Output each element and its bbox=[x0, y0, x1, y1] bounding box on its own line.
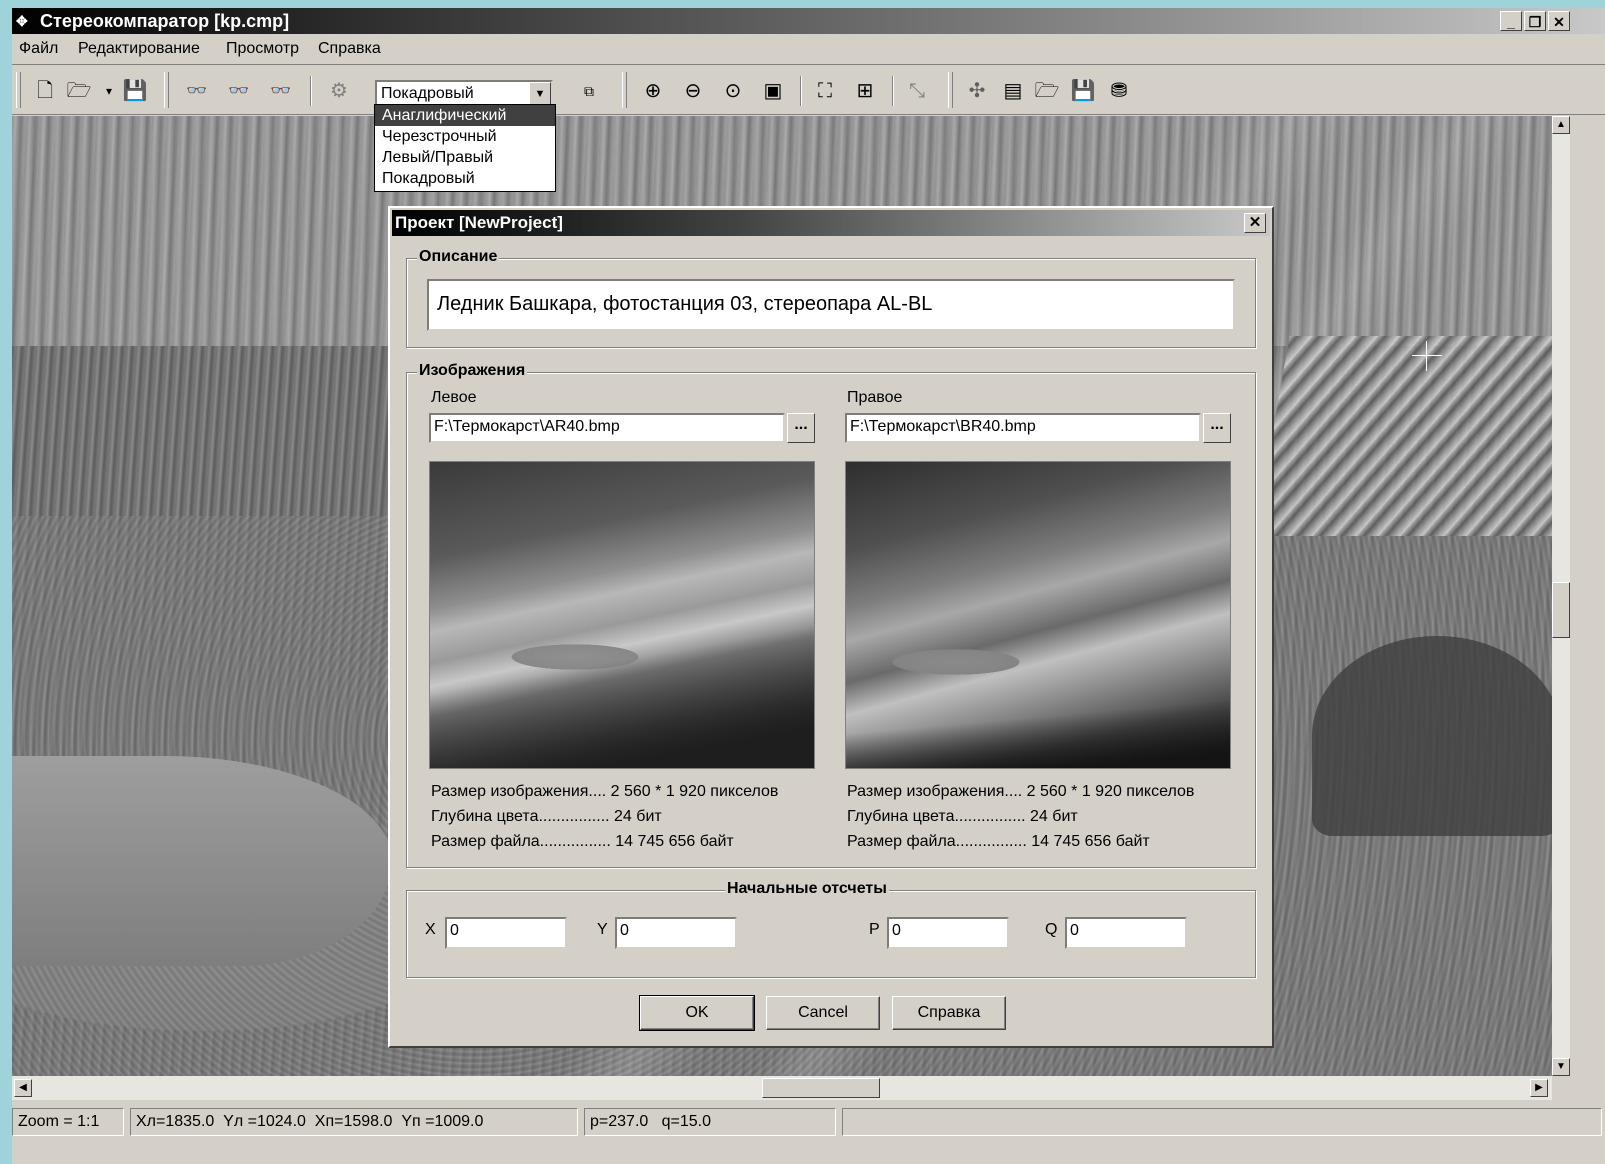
status-coordinates: Xл=1835.0 Yл =1024.0 Xп=1598.0 Yп =1009.… bbox=[130, 1108, 578, 1136]
origin-x-input[interactable]: 0 bbox=[445, 917, 567, 949]
app-icon: ✥ bbox=[16, 13, 28, 29]
origin-p-input[interactable]: 0 bbox=[887, 917, 1009, 949]
zoom-in-icon[interactable]: ⊕ bbox=[638, 76, 668, 106]
project-dialog: Проект [NewProject] ✕ Описание Ледник Ба… bbox=[388, 206, 1274, 1048]
dialog-close-button[interactable]: ✕ bbox=[1244, 213, 1266, 233]
export-icon[interactable]: ⛃ bbox=[1104, 76, 1134, 106]
right-info-size: Размер изображения.... 2 560 * 1 920 пик… bbox=[847, 783, 1195, 800]
image-glacier-region bbox=[1254, 336, 1552, 536]
toolbar-grip[interactable] bbox=[164, 72, 169, 108]
left-info-size: Размер изображения.... 2 560 * 1 920 пик… bbox=[431, 783, 779, 800]
swap-frames-icon[interactable]: ⧉ bbox=[574, 76, 604, 106]
right-info-filesize: Размер файла................ 14 745 656 … bbox=[847, 833, 1150, 850]
description-group-label: Описание bbox=[417, 248, 500, 266]
toolbar-separator bbox=[310, 76, 312, 106]
left-info-filesize: Размер файла................ 14 745 656 … bbox=[431, 833, 734, 850]
origin-q-label: Q bbox=[1045, 921, 1058, 938]
table-icon[interactable]: ▤ bbox=[998, 76, 1028, 106]
glasses-anaglyph-icon[interactable]: 👓 bbox=[182, 76, 212, 106]
fit-screen-icon[interactable]: ▣ bbox=[758, 76, 788, 106]
toolbar-grip[interactable] bbox=[622, 72, 627, 108]
open-folder-icon[interactable]: 🗁 bbox=[64, 76, 94, 106]
status-parallax: p=237.0 q=15.0 bbox=[584, 1108, 836, 1136]
toolbar-separator bbox=[800, 76, 802, 106]
glasses-interlace-icon[interactable]: 👓 bbox=[224, 76, 254, 106]
toolbar-grip[interactable] bbox=[948, 72, 953, 108]
scroll-right-icon[interactable]: ▶ bbox=[1530, 1079, 1548, 1097]
horizontal-scrollbar[interactable]: ◀ ▶ bbox=[12, 1076, 1552, 1100]
zoom-out-icon[interactable]: ⊖ bbox=[678, 76, 708, 106]
left-info-depth: Глубина цвета................ 24 бит bbox=[431, 808, 662, 825]
glasses-disabled-icon[interactable]: ⚙ bbox=[324, 76, 354, 106]
menu-bar: Файл Редактирование Просмотр Справка bbox=[12, 34, 1605, 65]
images-group: Изображения Левое F:\Термокарст\AR40.bmp… bbox=[406, 362, 1256, 868]
option-anaglyph[interactable]: Анаглифический bbox=[375, 105, 555, 126]
vertical-scrollbar[interactable]: ▲ ▼ bbox=[1552, 116, 1570, 1076]
toolbar-grip[interactable] bbox=[16, 72, 21, 108]
menu-edit[interactable]: Редактирование bbox=[78, 40, 200, 58]
origin-group-label: Начальные отсчеты bbox=[725, 880, 889, 898]
title-bar: ✥ Стереокомпаратор [kp.cmp] _ ❐ ✕ bbox=[12, 8, 1605, 34]
toolbar: 🗋 🗁 ▾ 💾 👓 👓 👓 ⚙ Покадровый ▼ ⧉ ⊕ ⊖ ⊙ ▣ ⛶… bbox=[12, 66, 1605, 115]
left-image-preview bbox=[429, 461, 815, 769]
measure-line-icon[interactable]: ⤡ bbox=[902, 76, 932, 106]
origin-q-input[interactable]: 0 bbox=[1065, 917, 1187, 949]
origin-y-label: Y bbox=[597, 921, 608, 938]
origin-y-input[interactable]: 0 bbox=[615, 917, 737, 949]
images-group-label: Изображения bbox=[417, 362, 528, 380]
left-image-path-input[interactable]: F:\Термокарст\AR40.bmp bbox=[429, 413, 785, 443]
right-image-path-input[interactable]: F:\Термокарст\BR40.bmp bbox=[845, 413, 1201, 443]
zoom-actual-icon[interactable]: ⊙ bbox=[718, 76, 748, 106]
add-point-icon[interactable]: ✣ bbox=[962, 76, 992, 106]
right-info-depth: Глубина цвета................ 24 бит bbox=[847, 808, 1078, 825]
vertical-scroll-thumb[interactable] bbox=[1552, 582, 1570, 638]
left-image-info: Размер изображения.... 2 560 * 1 920 пик… bbox=[431, 779, 778, 854]
menu-view[interactable]: Просмотр bbox=[226, 40, 299, 58]
description-group: Описание Ледник Башкара, фотостанция 03,… bbox=[406, 248, 1256, 348]
close-button[interactable]: ✕ bbox=[1548, 11, 1570, 31]
cancel-button[interactable]: Cancel bbox=[766, 996, 880, 1030]
save-icon[interactable]: 💾 bbox=[120, 76, 150, 106]
origin-p-label: P bbox=[869, 921, 880, 938]
toolbar-separator bbox=[892, 76, 894, 106]
left-image-label: Левое bbox=[431, 389, 477, 406]
origin-group: Начальные отсчеты X 0 Y 0 P 0 Q 0 bbox=[406, 880, 1256, 978]
scroll-left-icon[interactable]: ◀ bbox=[14, 1079, 32, 1097]
window-title: Стереокомпаратор [kp.cmp] bbox=[40, 11, 290, 31]
expand-icon[interactable]: ⛶ bbox=[810, 76, 840, 106]
scroll-up-icon[interactable]: ▲ bbox=[1552, 116, 1570, 134]
scroll-down-icon[interactable]: ▼ bbox=[1552, 1058, 1570, 1076]
option-left-right[interactable]: Левый/Правый bbox=[375, 147, 555, 168]
status-zoom: Zoom = 1:1 bbox=[12, 1108, 124, 1136]
left-browse-button[interactable]: ... bbox=[787, 413, 815, 443]
combo-arrow-icon[interactable]: ▼ bbox=[529, 82, 551, 106]
stereo-mode-dropdown-list: Анаглифический Черезстрочный Левый/Правы… bbox=[374, 104, 556, 192]
horizontal-scroll-thumb[interactable] bbox=[762, 1078, 880, 1098]
dialog-title: Проект [NewProject] bbox=[392, 210, 1270, 236]
right-image-info: Размер изображения.... 2 560 * 1 920 пик… bbox=[847, 779, 1194, 854]
new-file-icon[interactable]: 🗋 bbox=[30, 76, 60, 106]
save-points-icon[interactable]: 💾 bbox=[1068, 76, 1098, 106]
menu-help[interactable]: Справка bbox=[318, 40, 381, 58]
right-browse-button[interactable]: ... bbox=[1203, 413, 1231, 443]
right-image-label: Правое bbox=[847, 389, 903, 406]
menu-file[interactable]: Файл bbox=[19, 40, 58, 58]
ok-button[interactable]: OK bbox=[639, 995, 755, 1031]
glasses-leftright-icon[interactable]: 👓 bbox=[266, 76, 296, 106]
right-image-preview bbox=[845, 461, 1231, 769]
description-input[interactable]: Ледник Башкара, фотостанция 03, стереопа… bbox=[427, 279, 1235, 331]
option-interlaced[interactable]: Черезстрочный bbox=[375, 126, 555, 147]
option-frame-sequential[interactable]: Покадровый bbox=[375, 168, 555, 189]
measure-cursor-icon bbox=[1412, 341, 1442, 371]
restore-button[interactable]: ❐ bbox=[1524, 11, 1546, 31]
help-button[interactable]: Справка bbox=[892, 996, 1006, 1030]
image-hill-region bbox=[1312, 636, 1552, 836]
stereo-mode-value: Покадровый bbox=[381, 85, 474, 102]
center-icon[interactable]: ⊞ bbox=[850, 76, 880, 106]
open-points-icon[interactable]: 🗁 bbox=[1032, 76, 1062, 106]
status-bar: Zoom = 1:1 Xл=1835.0 Yл =1024.0 Xп=1598.… bbox=[12, 1108, 1605, 1164]
status-empty-pane bbox=[842, 1108, 1602, 1136]
minimize-button[interactable]: _ bbox=[1500, 11, 1522, 31]
origin-x-label: X bbox=[425, 921, 436, 938]
